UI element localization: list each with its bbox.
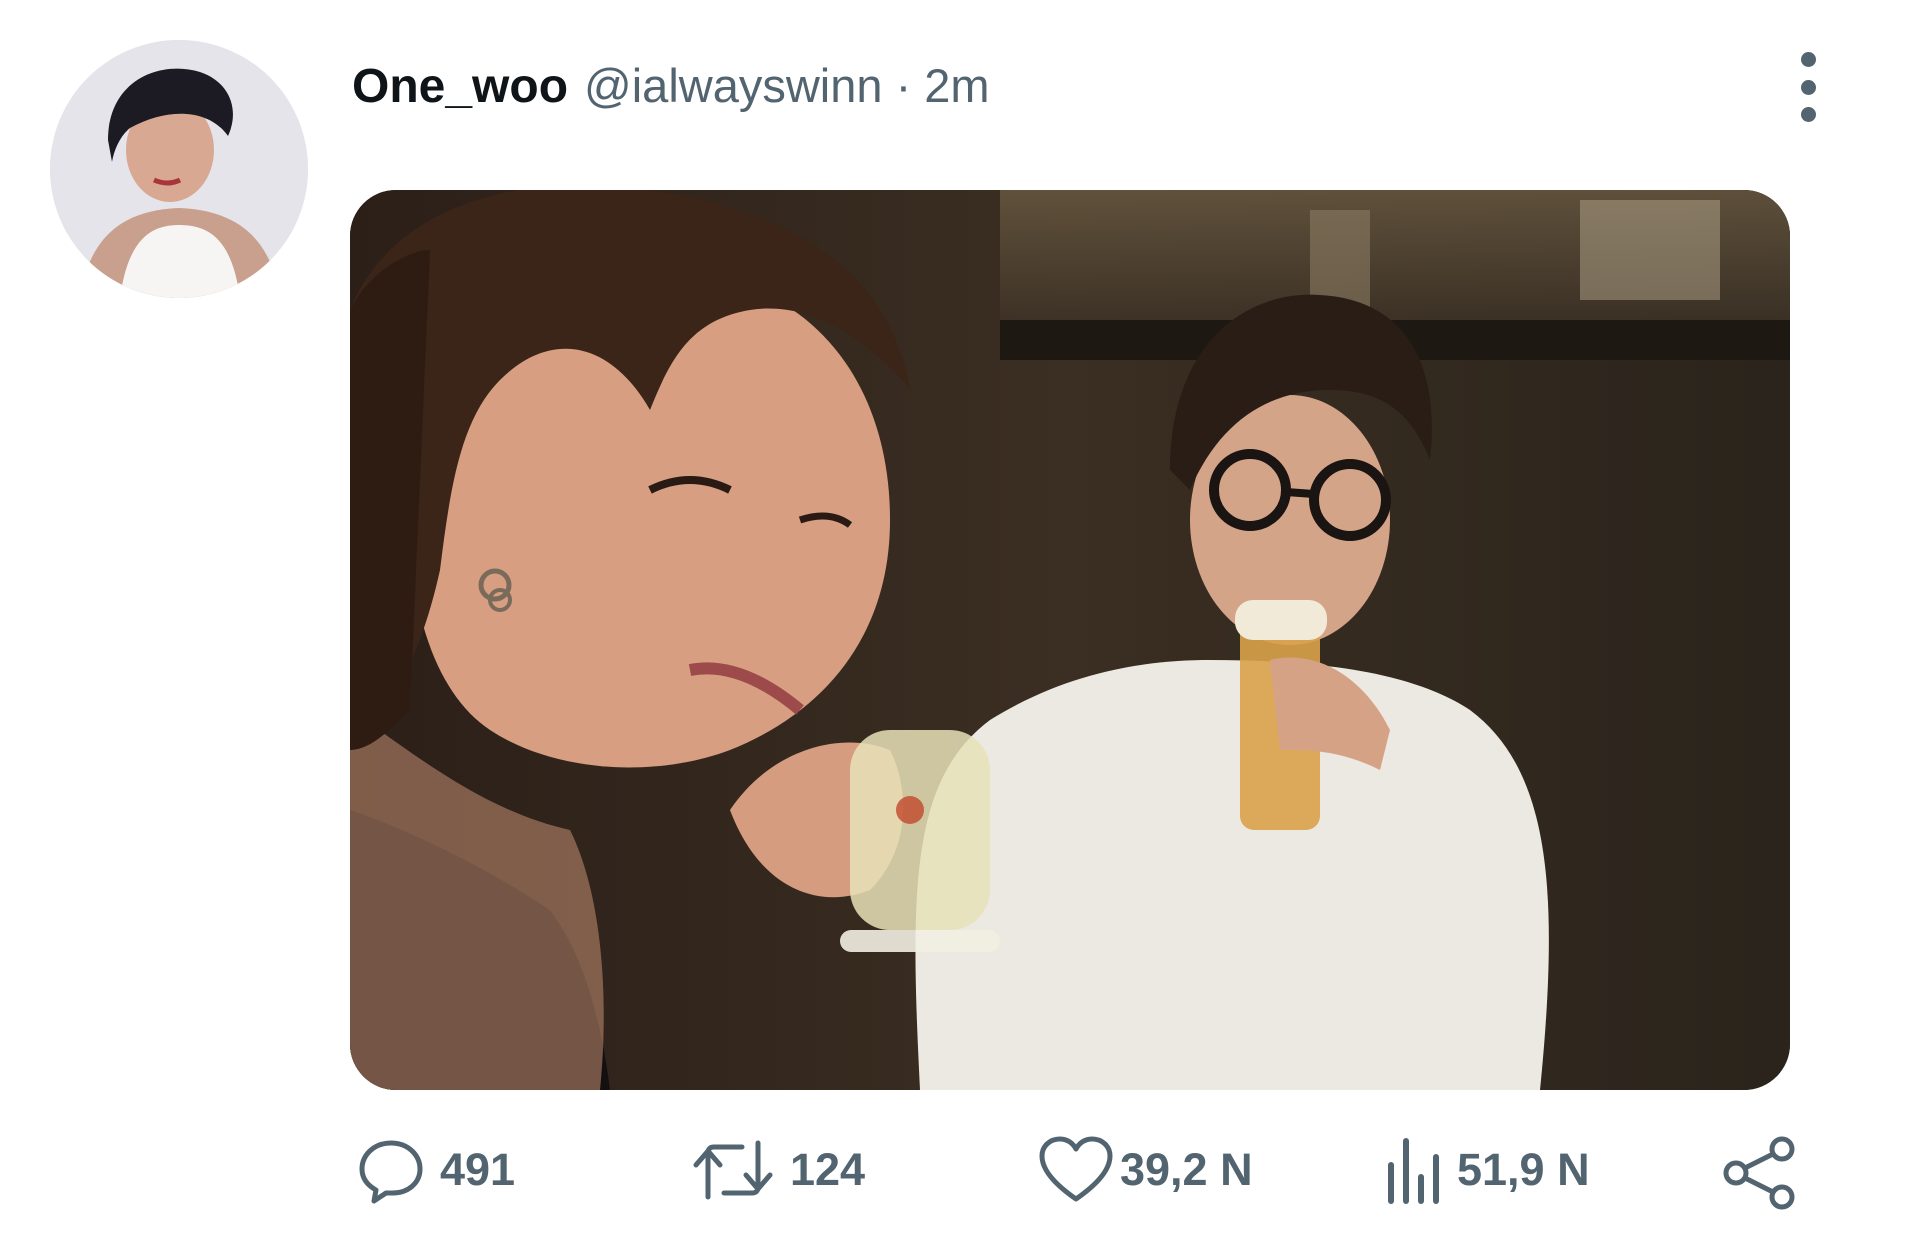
repost-icon xyxy=(690,1135,776,1205)
post-photo[interactable] xyxy=(350,190,1790,1090)
more-icon[interactable] xyxy=(1796,52,1820,122)
handle-and-time[interactable]: @ialwayswinn · 2m xyxy=(584,58,990,113)
views-button[interactable]: 51,9 N xyxy=(1385,1135,1590,1205)
views-count: 51,9 N xyxy=(1457,1144,1590,1195)
share-icon xyxy=(1722,1135,1798,1211)
views-icon xyxy=(1385,1135,1443,1205)
display-name[interactable]: One_woo xyxy=(352,59,568,114)
reply-count: 491 xyxy=(440,1144,516,1195)
repost-count: 124 xyxy=(790,1144,866,1195)
repost-button[interactable]: 124 xyxy=(690,1135,865,1205)
like-button[interactable]: 39,2 N xyxy=(1038,1135,1253,1205)
post-header: One_woo @ialwayswinn · 2m xyxy=(352,58,990,114)
share-button[interactable] xyxy=(1722,1135,1798,1211)
like-icon xyxy=(1038,1135,1114,1205)
action-bar: 491 124 39,2 N 51,9 N xyxy=(0,1135,1920,1210)
reply-button[interactable]: 491 xyxy=(356,1135,515,1205)
avatar[interactable] xyxy=(50,40,308,298)
like-count: 39,2 N xyxy=(1120,1144,1253,1195)
reply-icon xyxy=(356,1135,426,1205)
